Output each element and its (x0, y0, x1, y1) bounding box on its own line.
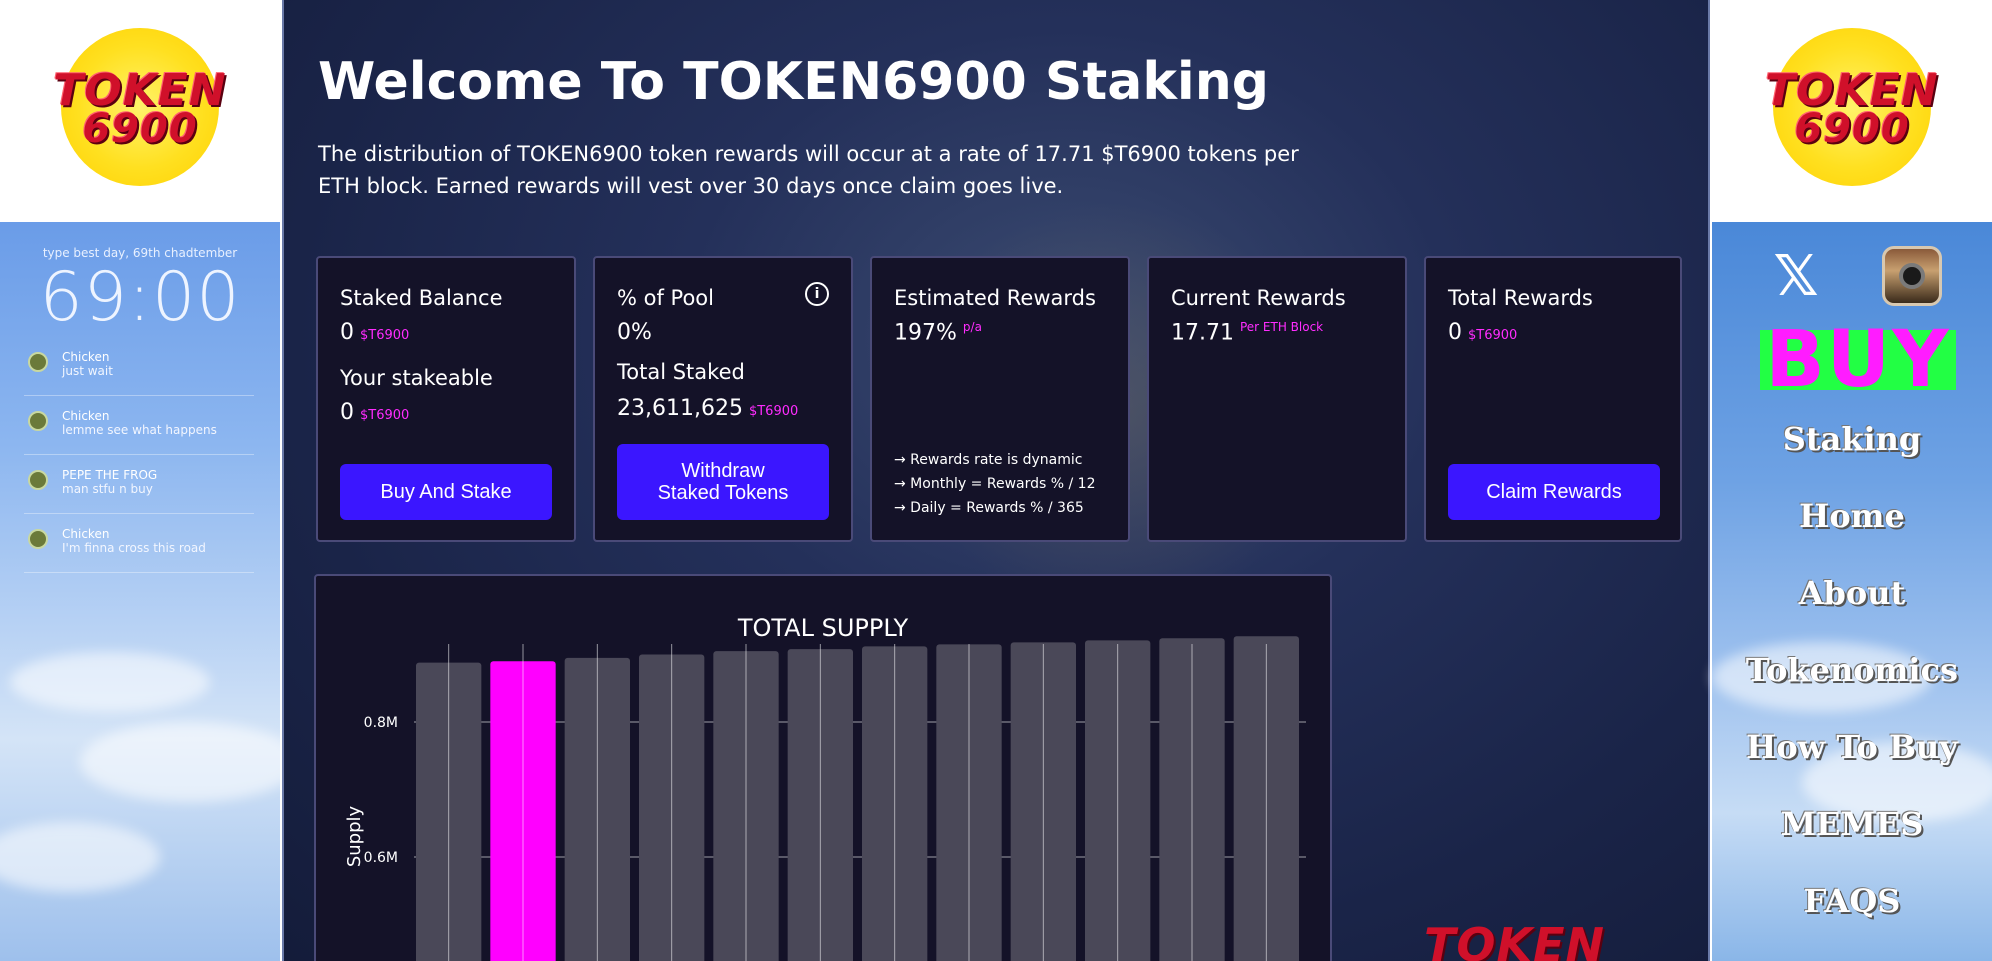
notification-message: just wait (62, 364, 113, 378)
corner-logo: TOKEN (1424, 918, 1606, 961)
divider (24, 454, 254, 455)
right-panel: TOKEN 6900 𝕏 BUY Staking Home About Toke… (1712, 0, 1992, 961)
chart-plot: 0.8M0.6M0.4M (364, 636, 1306, 961)
pool-percent-value: 0% (617, 320, 652, 345)
estimated-rewards-card: Estimated Rewards 197% p/a → Rewards rate… (870, 256, 1130, 542)
token-unit: $T6900 (748, 404, 799, 419)
divider (24, 395, 254, 396)
cloud (80, 722, 300, 802)
avatar (28, 470, 48, 490)
notification-message: man stfu n buy (62, 482, 153, 496)
estimated-rewards-value: 197% p/a (894, 320, 982, 345)
nav-link-how-to-buy[interactable]: How To Buy (1712, 728, 1992, 766)
token-unit: $T6900 (1468, 328, 1518, 343)
chart-y-tick-label: 0.6M (364, 850, 398, 866)
total-staked-label: Total Staked (617, 360, 745, 384)
stakeable-value: 0 $T6900 (340, 400, 409, 425)
avatar (28, 529, 48, 549)
current-rewards-value: 17.71 Per ETH Block (1171, 320, 1323, 345)
divider (24, 513, 254, 514)
x-logo-icon[interactable]: 𝕏 (1766, 244, 1826, 309)
total-rewards-amount: 0 (1448, 320, 1462, 345)
stakeable-label: Your stakeable (340, 366, 493, 390)
lockscreen-time: 69:00 (39, 258, 241, 337)
total-staked-amount: 23,611,625 (617, 396, 743, 421)
withdraw-button-line2: Staked Tokens (657, 482, 789, 504)
notification-message: I'm finna cross this road (62, 541, 206, 555)
rate-unit: p/a (962, 320, 982, 334)
nav-link-memes[interactable]: MEMES (1712, 805, 1992, 843)
logo-text: TOKEN 6900 (53, 65, 227, 152)
notification-title: PEPE THE FROG (62, 468, 158, 482)
logo-line1: TOKEN (53, 65, 227, 117)
logo-line2: 6900 (82, 105, 198, 152)
nav-link-tokenomics[interactable]: Tokenomics (1712, 651, 1992, 689)
instagram-icon[interactable] (1882, 246, 1942, 306)
rewards-note: → Daily = Rewards % / 365 (894, 500, 1084, 516)
avatar (28, 411, 48, 431)
cloud (10, 652, 210, 712)
divider (24, 572, 254, 573)
staked-balance-amount: 0 (340, 320, 354, 345)
withdraw-button[interactable]: Withdraw Staked Tokens (617, 444, 829, 520)
nav-link-about[interactable]: About (1712, 574, 1992, 612)
current-rewards-card: Current Rewards 17.71 Per ETH Block (1147, 256, 1407, 542)
page-description: The distribution of TOKEN6900 token rewa… (318, 142, 1299, 198)
notification-item[interactable]: Chicken I'm finna cross this road (24, 521, 264, 573)
logo-line2: 6900 (1794, 105, 1910, 152)
notification-message: lemme see what happens (62, 423, 217, 437)
buy-and-stake-button[interactable]: Buy And Stake (340, 464, 552, 520)
total-staked-value: 23,611,625 $T6900 (617, 396, 798, 421)
logo-text: TOKEN 6900 (1765, 65, 1939, 152)
info-icon[interactable]: i (805, 282, 829, 306)
total-rewards-label: Total Rewards (1448, 286, 1593, 310)
pool-card: % of Pool i 0% Total Staked 23,611,625 $T… (593, 256, 853, 542)
withdraw-button-line1: Withdraw (681, 460, 765, 482)
staked-balance-value: 0 $T6900 (340, 320, 409, 345)
staked-balance-card: Staked Balance 0 $T6900 Your stakeable 0 $… (316, 256, 576, 542)
total-supply-chart: TOTAL SUPPLY Supply 0.8M0.6M0.4M (314, 574, 1332, 961)
pool-percent-label: % of Pool (617, 286, 714, 310)
page-title: Welcome To TOKEN6900 Staking (318, 52, 1269, 112)
notification-item[interactable]: Chicken lemme see what happens (24, 403, 264, 455)
camera-lens-icon (1899, 263, 1925, 289)
rate-unit: Per ETH Block (1239, 320, 1324, 334)
nav-link-home[interactable]: Home (1712, 497, 1992, 535)
logo-right[interactable]: TOKEN 6900 (1712, 0, 1992, 218)
notification-title: Chicken (62, 409, 110, 423)
rewards-note: → Monthly = Rewards % / 12 (894, 476, 1096, 492)
lockscreen-panel: type best day, 69th chadtember 69:00 Chi… (0, 222, 300, 961)
avatar (28, 352, 48, 372)
rewards-notes: → Rewards rate is dynamic → Monthly = Re… (894, 448, 1095, 520)
chart-y-tick-label: 0.8M (364, 715, 398, 731)
notification-item[interactable]: Chicken just wait (24, 344, 264, 396)
notification-item[interactable]: PEPE THE FROG man stfu n buy (24, 462, 264, 514)
total-rewards-value: 0 $T6900 (1448, 320, 1517, 345)
current-rewards-amount: 17.71 (1171, 320, 1234, 346)
current-rewards-label: Current Rewards (1171, 286, 1346, 310)
token-unit: $T6900 (360, 328, 410, 343)
token-unit: $T6900 (360, 408, 410, 423)
stakeable-amount: 0 (340, 400, 354, 425)
estimated-rewards-label: Estimated Rewards (894, 286, 1096, 310)
nav-link-staking[interactable]: Staking (1712, 420, 1992, 458)
staked-balance-label: Staked Balance (340, 286, 503, 310)
left-panel: TOKEN 6900 type best day, 69th chadtembe… (0, 0, 300, 961)
nav-link-faqs[interactable]: FAQS (1712, 882, 1992, 920)
estimated-rewards-amount: 197% (894, 320, 957, 346)
notification-title: Chicken (62, 527, 110, 541)
notification-title: Chicken (62, 350, 110, 364)
logo-line1: TOKEN (1765, 65, 1939, 117)
rewards-note: → Rewards rate is dynamic (894, 452, 1083, 468)
buy-button[interactable]: BUY (1760, 321, 1956, 399)
staking-main: Welcome To TOKEN6900 Staking The distrib… (282, 0, 1710, 961)
claim-rewards-button[interactable]: Claim Rewards (1448, 464, 1660, 520)
cloud (0, 822, 160, 892)
logo-left[interactable]: TOKEN 6900 (0, 0, 280, 218)
total-rewards-card: Total Rewards 0 $T6900 Claim Rewards (1424, 256, 1682, 542)
